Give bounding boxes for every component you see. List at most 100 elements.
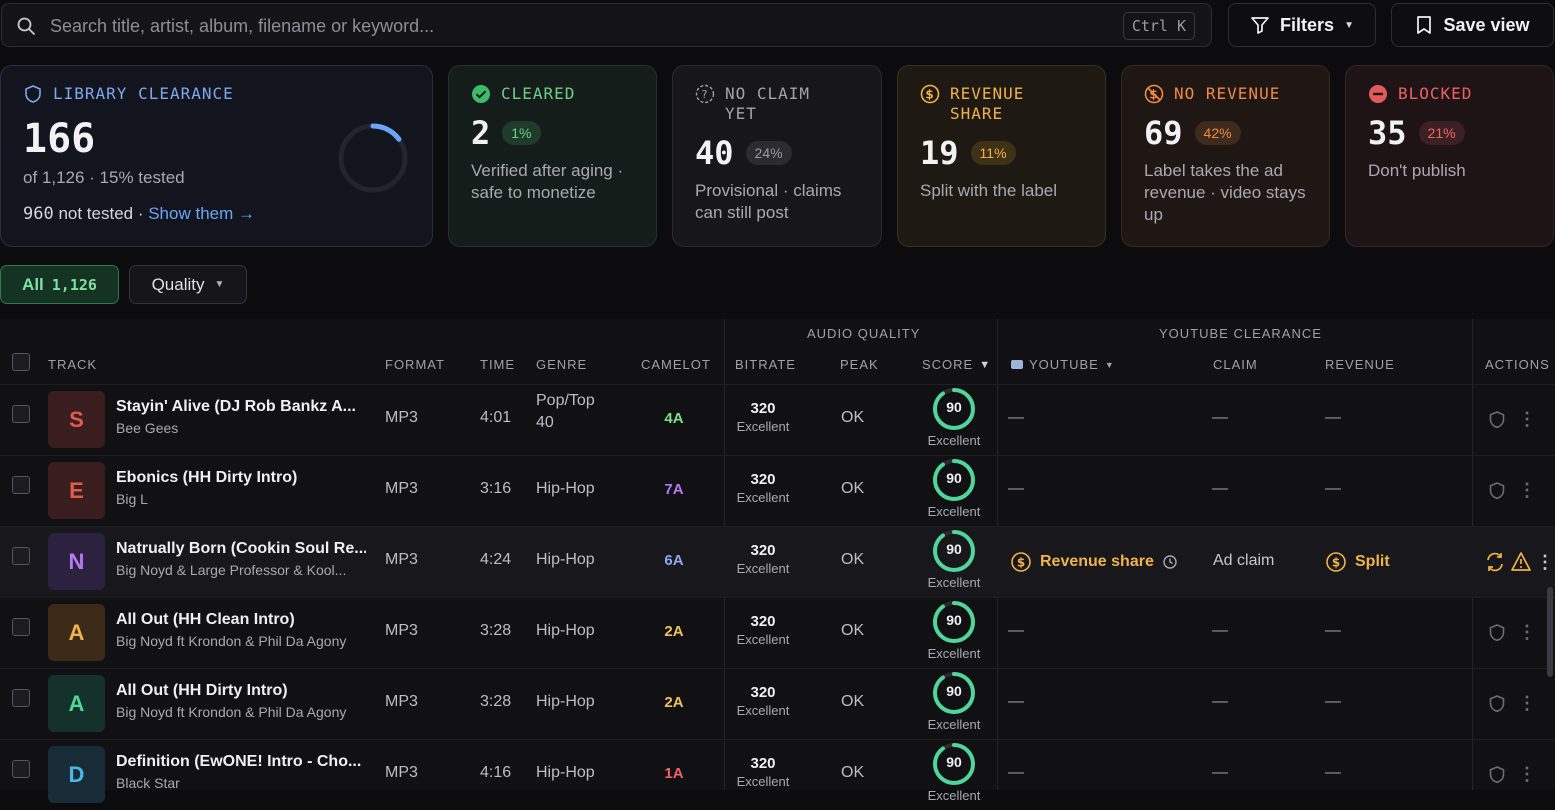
bitrate-label: Excellent [736, 419, 790, 434]
shield-icon[interactable] [1488, 694, 1506, 714]
more-icon[interactable]: ⋮ [1518, 409, 1536, 430]
not-tested-count: 960 [23, 204, 54, 224]
shield-icon[interactable] [1488, 481, 1506, 501]
row-checkbox[interactable] [12, 689, 30, 707]
bitrate-value: 320 [750, 542, 776, 559]
header-score[interactable]: SCORE ▼ [922, 357, 991, 372]
warning-icon[interactable] [1510, 551, 1532, 573]
row-checkbox[interactable] [12, 476, 30, 494]
search-input[interactable]: Search title, artist, album, filename or… [1, 3, 1212, 47]
row-checkbox[interactable] [12, 547, 30, 565]
track-time: 3:16 [480, 480, 512, 497]
quality-score: 90 Excellent [927, 458, 981, 519]
track-title[interactable]: All Out (HH Clean Intro) [116, 611, 366, 629]
header-genre[interactable]: GENRE [536, 357, 587, 372]
library-clearance-card: LIBRARY CLEARANCE 166 of 1,126 · 15% tes… [0, 65, 433, 247]
youtube-status: — [1008, 622, 1024, 639]
bitrate-label: Excellent [736, 561, 790, 576]
table-row[interactable]: N Natrually Born (Cookin Soul Re... Big … [0, 526, 1555, 597]
header-camelot[interactable]: CAMELOT [641, 357, 711, 372]
show-untested-link[interactable]: Show them → [148, 204, 255, 223]
track-genre: Pop/Top 40 [536, 392, 595, 431]
not-tested-text: not tested · [53, 204, 149, 223]
save-view-button[interactable]: Save view [1391, 3, 1554, 47]
card-title: CLEARED [501, 84, 576, 103]
track-avatar: S [48, 391, 105, 448]
quality-score: 90 Excellent [927, 742, 981, 803]
shield-icon[interactable] [1488, 410, 1506, 430]
track-artist: Big Noyd & Large Professor & Kool... [116, 562, 347, 578]
svg-text:?: ? [702, 88, 709, 101]
peak-status: OK [841, 409, 865, 426]
table-row[interactable]: S Stayin' Alive (DJ Rob Bankz A... Bee G… [0, 384, 1555, 455]
filters-button[interactable]: Filters ▼ [1228, 3, 1376, 47]
camelot-key: 2A [664, 694, 684, 711]
chip-all-count: 1,126 [51, 275, 97, 294]
revenue-value: — [1325, 622, 1341, 639]
dollar-circle-icon: $ [1326, 552, 1346, 572]
table-row[interactable]: D Definition (EwONE! Intro - Cho... Blac… [0, 739, 1555, 810]
filter-chip-all[interactable]: All 1,126 [0, 265, 119, 304]
bitrate-value: 320 [750, 400, 776, 417]
track-artist: Big L [116, 491, 148, 507]
chevron-down-icon: ▼ [1344, 19, 1354, 31]
refresh-icon[interactable] [1484, 551, 1506, 573]
header-youtube[interactable]: YOUTUBE ▼ [1011, 357, 1115, 372]
track-genre: Hip-Hop [536, 622, 595, 639]
track-avatar: A [48, 675, 105, 732]
select-all-checkbox[interactable] [12, 353, 30, 371]
track-title[interactable]: Natrually Born (Cookin Soul Re... [116, 540, 366, 558]
score-label: Excellent [927, 646, 981, 661]
track-title[interactable]: Ebonics (HH Dirty Intro) [116, 469, 366, 487]
no-claim-card[interactable]: ? NO CLAIM YET 40 24% Provisional · claim… [672, 65, 882, 247]
keyboard-shortcut-badge: Ctrl K [1122, 12, 1195, 40]
table-row[interactable]: E Ebonics (HH Dirty Intro) Big L MP3 3:1… [0, 455, 1555, 526]
track-title[interactable]: Definition (EwONE! Intro - Cho... [116, 753, 366, 771]
row-checkbox[interactable] [12, 760, 30, 778]
quality-score: 90 Excellent [927, 600, 981, 661]
youtube-status[interactable]: $ Revenue share [1010, 551, 1178, 573]
header-time[interactable]: TIME [480, 357, 515, 372]
quality-dropdown[interactable]: Quality ▼ [129, 265, 247, 304]
revenue-share-card[interactable]: $ REVENUE SHARE 19 11% Split with the lab… [897, 65, 1106, 247]
table-scrollbar[interactable] [1547, 587, 1553, 677]
no-revenue-card[interactable]: $ NO REVENUE 69 42% Label takes the ad re… [1121, 65, 1330, 247]
revenue-value: — [1325, 764, 1341, 781]
row-checkbox[interactable] [12, 405, 30, 423]
revenue-value: — [1325, 693, 1341, 710]
cleared-card[interactable]: CLEARED 2 1% Verified after aging · safe … [448, 65, 657, 247]
score-value: 90 [946, 470, 962, 486]
table-row[interactable]: A All Out (HH Clean Intro) Big Noyd ft K… [0, 597, 1555, 668]
header-format[interactable]: FORMAT [385, 357, 445, 372]
more-icon[interactable]: ⋮ [1518, 622, 1536, 643]
bitrate-value: 320 [750, 755, 776, 772]
header-bitrate[interactable]: BITRATE [735, 357, 796, 372]
header-revenue[interactable]: REVENUE [1325, 357, 1395, 372]
track-title[interactable]: Stayin' Alive (DJ Rob Bankz A... [116, 398, 366, 416]
more-icon[interactable]: ⋮ [1536, 552, 1554, 573]
track-artist: Big Noyd ft Krondon & Phil Da Agony [116, 704, 347, 720]
header-peak[interactable]: PEAK [840, 357, 879, 372]
track-format: MP3 [385, 622, 418, 639]
shield-icon[interactable] [1488, 765, 1506, 785]
score-label: Excellent [927, 788, 981, 803]
svg-text:$: $ [1332, 556, 1340, 570]
blocked-card[interactable]: BLOCKED 35 21% Don't publish [1345, 65, 1554, 247]
track-time: 4:01 [480, 409, 512, 426]
more-icon[interactable]: ⋮ [1518, 693, 1536, 714]
search-placeholder: Search title, artist, album, filename or… [50, 16, 435, 36]
track-artist: Big Noyd ft Krondon & Phil Da Agony [116, 633, 347, 649]
shield-icon[interactable] [1488, 623, 1506, 643]
more-icon[interactable]: ⋮ [1518, 764, 1536, 785]
card-title: NO REVENUE [1174, 84, 1281, 103]
table-row[interactable]: A All Out (HH Dirty Intro) Big Noyd ft K… [0, 668, 1555, 739]
row-checkbox[interactable] [12, 618, 30, 636]
header-claim[interactable]: CLAIM [1213, 357, 1258, 372]
no-claim-percent-badge: 24% [745, 141, 792, 165]
header-track[interactable]: TRACK [48, 357, 97, 372]
cleared-count: 2 [471, 114, 491, 152]
claim-value: — [1212, 480, 1228, 497]
track-title[interactable]: All Out (HH Dirty Intro) [116, 682, 366, 700]
more-icon[interactable]: ⋮ [1518, 480, 1536, 501]
score-label: Excellent [927, 504, 981, 519]
